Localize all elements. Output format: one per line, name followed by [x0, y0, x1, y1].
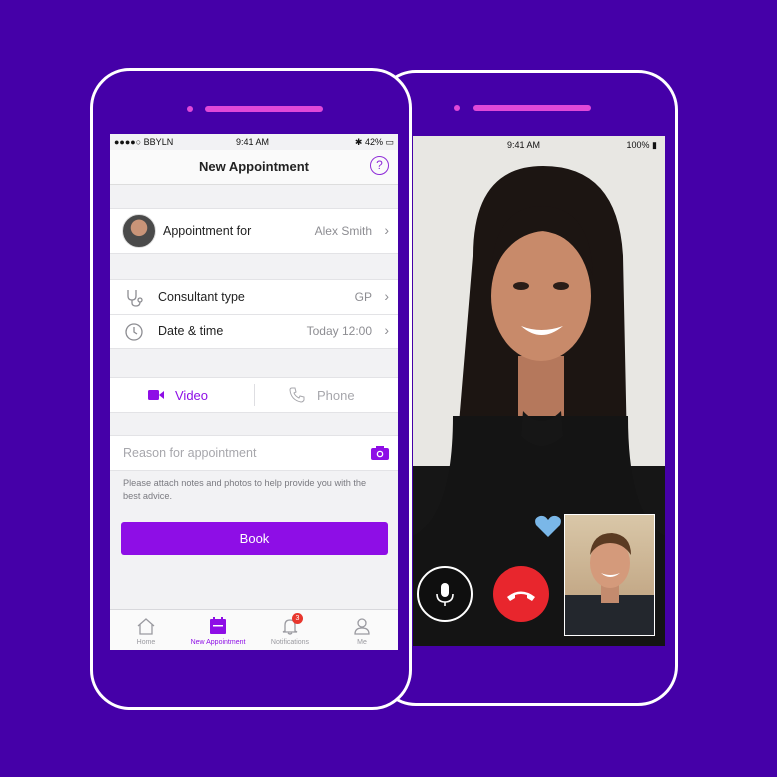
microphone-icon: [436, 583, 454, 606]
person-icon: [354, 618, 370, 635]
consultation-details: Consultant type GP › Date & time Today 1…: [110, 279, 398, 349]
page-title: New Appointment: [198, 159, 309, 174]
status-time: 9:41 AM: [236, 137, 270, 147]
bottom-tab-bar: Home New Appointment 3 Notifications Me: [110, 609, 398, 650]
tab-video[interactable]: Video: [110, 378, 254, 412]
tab-new-appointment-label: New Appointment: [190, 639, 246, 646]
video-camera-icon: [148, 390, 164, 400]
self-view-figure: [565, 533, 654, 635]
navigation-bar: New Appointment ?: [110, 150, 398, 185]
chevron-right-icon: ›: [384, 288, 389, 304]
tab-home[interactable]: Home: [110, 610, 182, 650]
battery-percent: 42%: [364, 137, 383, 147]
consultant-type-row[interactable]: Consultant type GP ›: [110, 280, 398, 315]
appointment-phone: ●●●●○ BBYLN 9:41 AM ✱ 42% ▭ New Appointm…: [90, 68, 412, 710]
tab-phone-label: Phone: [317, 388, 355, 403]
reason-placeholder: Reason for appointment: [123, 446, 257, 460]
help-icon[interactable]: ?: [370, 156, 389, 175]
end-call-icon: [507, 591, 535, 601]
tab-home-label: Home: [136, 639, 156, 646]
tab-notifications[interactable]: 3 Notifications: [254, 610, 326, 650]
book-button[interactable]: Book: [121, 522, 388, 555]
chevron-right-icon: ›: [384, 222, 389, 238]
tab-video-label: Video: [175, 388, 209, 403]
tab-new-appointment[interactable]: New Appointment: [182, 610, 254, 650]
status-bar: 9:41 AM 100% ▮: [413, 136, 665, 152]
tab-notifications-label: Notifications: [270, 639, 310, 646]
date-time-value: Today 12:00: [306, 324, 372, 338]
camera-dot: [187, 106, 193, 112]
camera-icon[interactable]: [371, 446, 389, 460]
status-time: 9:41 AM: [507, 140, 541, 150]
battery-indicator: 100% ▮: [626, 140, 657, 150]
date-time-label: Date & time: [158, 324, 224, 338]
notification-badge: 3: [292, 613, 303, 624]
speaker-slot: [205, 106, 323, 112]
clock-icon: [125, 323, 143, 341]
appointment-for-value: Alex Smith: [314, 224, 372, 238]
consultant-type-label: Consultant type: [158, 290, 245, 304]
consultant-type-value: GP: [354, 290, 372, 304]
speaker-slot: [473, 105, 591, 111]
mute-button[interactable]: [417, 566, 473, 622]
chevron-right-icon: ›: [384, 322, 389, 338]
video-call-screen: 9:41 AM 100% ▮: [413, 136, 665, 646]
calendar-icon: [210, 617, 226, 634]
video-call-phone: 9:41 AM 100% ▮: [376, 70, 678, 706]
appointment-for-row[interactable]: Appointment for Alex Smith ›: [110, 208, 398, 254]
tab-me[interactable]: Me: [326, 610, 398, 650]
camera-dot: [454, 105, 460, 111]
end-call-button[interactable]: [493, 566, 549, 622]
heart-reaction-icon: [535, 515, 561, 537]
stethoscope-icon: [127, 290, 143, 307]
carrier-label: ●●●●○ BBYLN: [114, 137, 174, 147]
consultation-mode-tabs: Video Phone: [110, 377, 398, 413]
battery-percent: 100%: [626, 140, 650, 150]
reason-field[interactable]: Reason for appointment: [110, 435, 398, 471]
self-view-video: [564, 514, 655, 636]
date-time-row[interactable]: Date & time Today 12:00 ›: [110, 314, 398, 348]
home-icon: [137, 618, 155, 635]
attach-hint-text: Please attach notes and photos to help p…: [123, 478, 367, 501]
phone-icon: [289, 387, 305, 403]
status-bar: ●●●●○ BBYLN 9:41 AM ✱ 42% ▭: [110, 134, 398, 150]
tab-phone[interactable]: Phone: [255, 378, 398, 412]
appointment-for-label: Appointment for: [163, 224, 252, 238]
appointment-screen: ●●●●○ BBYLN 9:41 AM ✱ 42% ▭ New Appointm…: [110, 134, 398, 650]
battery-indicator: ✱ 42% ▭: [354, 137, 394, 147]
tab-me-label: Me: [357, 639, 367, 646]
